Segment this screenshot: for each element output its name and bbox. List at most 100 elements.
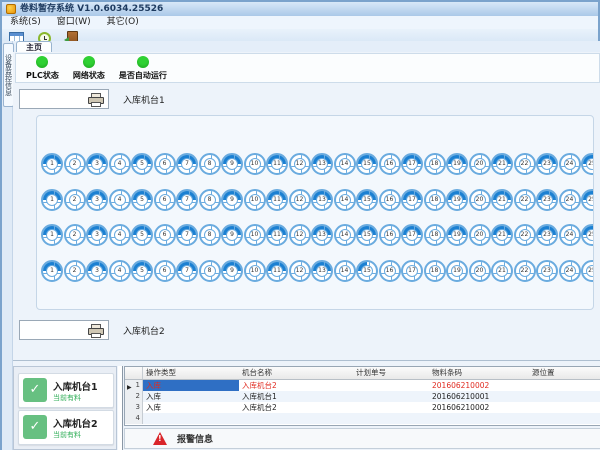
menu-item-1[interactable]: 窗口(W) bbox=[49, 16, 99, 29]
slot-2-25[interactable]: 25 bbox=[581, 189, 594, 211]
slot-4-6[interactable]: 6 bbox=[154, 260, 176, 282]
menu-item-2[interactable]: 其它(O) bbox=[99, 16, 147, 29]
slot-1-10[interactable]: 10 bbox=[244, 153, 266, 175]
slot-1-22[interactable]: 22 bbox=[514, 153, 536, 175]
slot-3-21[interactable]: 21 bbox=[491, 224, 513, 246]
slot-4-8[interactable]: 8 bbox=[199, 260, 221, 282]
slot-1-17[interactable]: 17 bbox=[401, 153, 423, 175]
slot-3-12[interactable]: 12 bbox=[289, 224, 311, 246]
slot-3-1[interactable]: 1 bbox=[41, 224, 63, 246]
table-row[interactable]: 4 bbox=[125, 413, 600, 424]
slot-4-9[interactable]: 9 bbox=[221, 260, 243, 282]
slot-3-2[interactable]: 2 bbox=[64, 224, 86, 246]
column-header-2[interactable]: 计划单号 bbox=[353, 367, 429, 379]
cell[interactable] bbox=[353, 391, 429, 402]
slot-3-22[interactable]: 22 bbox=[514, 224, 536, 246]
slot-4-15[interactable]: 15 bbox=[356, 260, 378, 282]
table-row[interactable]: 2入库入库机台1201606210001 bbox=[125, 391, 600, 402]
slot-2-2[interactable]: 2 bbox=[64, 189, 86, 211]
column-header-3[interactable]: 物料条码 bbox=[429, 367, 529, 379]
slot-3-14[interactable]: 14 bbox=[334, 224, 356, 246]
cell[interactable]: 入库机台2 bbox=[239, 402, 353, 413]
slot-3-8[interactable]: 8 bbox=[199, 224, 221, 246]
slot-2-16[interactable]: 16 bbox=[379, 189, 401, 211]
slot-4-23[interactable]: 23 bbox=[536, 260, 558, 282]
slot-2-11[interactable]: 11 bbox=[266, 189, 288, 211]
slot-4-14[interactable]: 14 bbox=[334, 260, 356, 282]
slot-1-20[interactable]: 20 bbox=[469, 153, 491, 175]
slot-3-23[interactable]: 23 bbox=[536, 224, 558, 246]
slot-1-5[interactable]: 5 bbox=[131, 153, 153, 175]
slot-4-3[interactable]: 3 bbox=[86, 260, 108, 282]
slot-3-4[interactable]: 4 bbox=[109, 224, 131, 246]
slot-4-2[interactable]: 2 bbox=[64, 260, 86, 282]
table-row[interactable]: 3入库入库机台2201606210002 bbox=[125, 402, 600, 413]
slot-4-17[interactable]: 17 bbox=[401, 260, 423, 282]
slot-1-21[interactable]: 21 bbox=[491, 153, 513, 175]
slot-2-22[interactable]: 22 bbox=[514, 189, 536, 211]
slot-4-22[interactable]: 22 bbox=[514, 260, 536, 282]
cell[interactable]: 201606210002 bbox=[429, 402, 529, 413]
cell[interactable] bbox=[353, 380, 429, 391]
slot-2-6[interactable]: 6 bbox=[154, 189, 176, 211]
cell[interactable] bbox=[239, 413, 353, 424]
slot-1-13[interactable]: 13 bbox=[311, 153, 333, 175]
menu-item-0[interactable]: 系统(S) bbox=[2, 16, 49, 29]
slot-1-23[interactable]: 23 bbox=[536, 153, 558, 175]
slot-1-7[interactable]: 7 bbox=[176, 153, 198, 175]
slot-1-25[interactable]: 25 bbox=[581, 153, 594, 175]
slot-1-2[interactable]: 2 bbox=[64, 153, 86, 175]
slot-2-21[interactable]: 21 bbox=[491, 189, 513, 211]
slot-2-9[interactable]: 9 bbox=[221, 189, 243, 211]
slot-1-11[interactable]: 11 bbox=[266, 153, 288, 175]
slot-4-18[interactable]: 18 bbox=[424, 260, 446, 282]
slot-4-7[interactable]: 7 bbox=[176, 260, 198, 282]
slot-1-3[interactable]: 3 bbox=[86, 153, 108, 175]
column-header-0[interactable]: 操作类型 bbox=[143, 367, 239, 379]
slot-4-13[interactable]: 13 bbox=[311, 260, 333, 282]
slot-2-5[interactable]: 5 bbox=[131, 189, 153, 211]
slot-4-19[interactable]: 19 bbox=[446, 260, 468, 282]
slot-2-3[interactable]: 3 bbox=[86, 189, 108, 211]
slot-4-5[interactable]: 5 bbox=[131, 260, 153, 282]
slot-4-10[interactable]: 10 bbox=[244, 260, 266, 282]
slot-3-15[interactable]: 15 bbox=[356, 224, 378, 246]
slot-3-3[interactable]: 3 bbox=[86, 224, 108, 246]
slot-1-18[interactable]: 18 bbox=[424, 153, 446, 175]
slot-3-13[interactable]: 13 bbox=[311, 224, 333, 246]
cell[interactable] bbox=[143, 413, 239, 424]
slot-3-16[interactable]: 16 bbox=[379, 224, 401, 246]
slot-1-6[interactable]: 6 bbox=[154, 153, 176, 175]
slot-3-7[interactable]: 7 bbox=[176, 224, 198, 246]
slot-3-24[interactable]: 24 bbox=[559, 224, 581, 246]
slot-4-24[interactable]: 24 bbox=[559, 260, 581, 282]
slot-4-21[interactable]: 21 bbox=[491, 260, 513, 282]
column-header-4[interactable]: 源位置 bbox=[529, 367, 600, 379]
cell[interactable] bbox=[353, 402, 429, 413]
slot-4-4[interactable]: 4 bbox=[109, 260, 131, 282]
cell[interactable]: 入库 bbox=[143, 380, 239, 391]
slot-3-11[interactable]: 11 bbox=[266, 224, 288, 246]
slot-2-1[interactable]: 1 bbox=[41, 189, 63, 211]
cell[interactable]: 入库机台1 bbox=[239, 391, 353, 402]
cell[interactable] bbox=[353, 413, 429, 424]
slot-4-1[interactable]: 1 bbox=[41, 260, 63, 282]
slot-3-25[interactable]: 25 bbox=[581, 224, 594, 246]
slot-3-6[interactable]: 6 bbox=[154, 224, 176, 246]
slot-1-1[interactable]: 1 bbox=[41, 153, 63, 175]
slot-1-19[interactable]: 19 bbox=[446, 153, 468, 175]
slot-1-16[interactable]: 16 bbox=[379, 153, 401, 175]
slot-4-20[interactable]: 20 bbox=[469, 260, 491, 282]
slot-4-16[interactable]: 16 bbox=[379, 260, 401, 282]
slot-2-24[interactable]: 24 bbox=[559, 189, 581, 211]
station2-print-button[interactable] bbox=[19, 320, 109, 340]
cell[interactable] bbox=[529, 380, 600, 391]
slot-1-8[interactable]: 8 bbox=[199, 153, 221, 175]
cell[interactable] bbox=[529, 413, 600, 424]
slot-3-18[interactable]: 18 bbox=[424, 224, 446, 246]
slot-2-12[interactable]: 12 bbox=[289, 189, 311, 211]
cell[interactable] bbox=[429, 413, 529, 424]
slot-1-14[interactable]: 14 bbox=[334, 153, 356, 175]
slot-2-19[interactable]: 19 bbox=[446, 189, 468, 211]
slot-1-15[interactable]: 15 bbox=[356, 153, 378, 175]
